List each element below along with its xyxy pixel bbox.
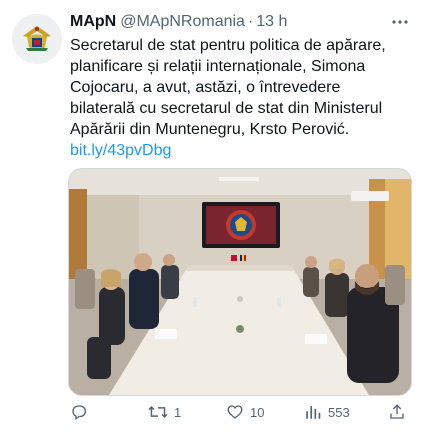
tweet-header: MApN @MApNRomania · 13 h <box>70 11 410 33</box>
share-icon <box>390 404 404 419</box>
share-button[interactable] <box>388 400 406 424</box>
views-button[interactable]: 553 <box>304 400 350 424</box>
tweet-text: Secretarul de stat pentru politica de ap… <box>70 35 415 161</box>
tweet-text-line: Apărării din Muntenegru, Krsto Perović. <box>70 121 350 138</box>
author-name[interactable]: MApN <box>70 13 116 31</box>
retweet-button[interactable]: 1 <box>148 400 181 424</box>
reply-button[interactable] <box>70 400 88 424</box>
author-handle[interactable]: @MApNRomania <box>120 13 245 31</box>
heart-icon <box>227 405 243 419</box>
meeting-photo <box>69 169 411 395</box>
mapn-emblem-icon <box>12 14 62 64</box>
action-bar: 1 10 553 <box>68 400 410 424</box>
like-button[interactable]: 10 <box>226 400 264 424</box>
separator: · <box>247 13 254 30</box>
tweet-text-line: Secretarul de stat pentru politica de ap… <box>70 37 386 54</box>
tweet-link[interactable]: bit.ly/43pvDbg <box>70 140 415 161</box>
tweet-text-line: planificare și relații internaționale, S… <box>70 58 366 75</box>
avatar[interactable] <box>12 14 62 64</box>
retweet-count: 1 <box>174 404 182 420</box>
tweet: MApN @MApNRomania · 13 h Secretarul de s… <box>0 0 422 436</box>
reply-icon <box>72 405 87 421</box>
views-icon <box>306 406 321 419</box>
tweet-text-line: bilaterală cu secretarul de stat din Min… <box>70 100 383 117</box>
like-count: 10 <box>250 404 265 420</box>
timestamp[interactable]: 13 h <box>256 13 287 31</box>
tweet-photo[interactable] <box>68 168 412 396</box>
tweet-text-line: Cojocaru, a avut, astăzi, o întrevedere <box>70 79 341 96</box>
retweet-icon <box>148 406 168 418</box>
views-count: 553 <box>328 404 350 420</box>
more-options-icon[interactable] <box>390 12 410 32</box>
